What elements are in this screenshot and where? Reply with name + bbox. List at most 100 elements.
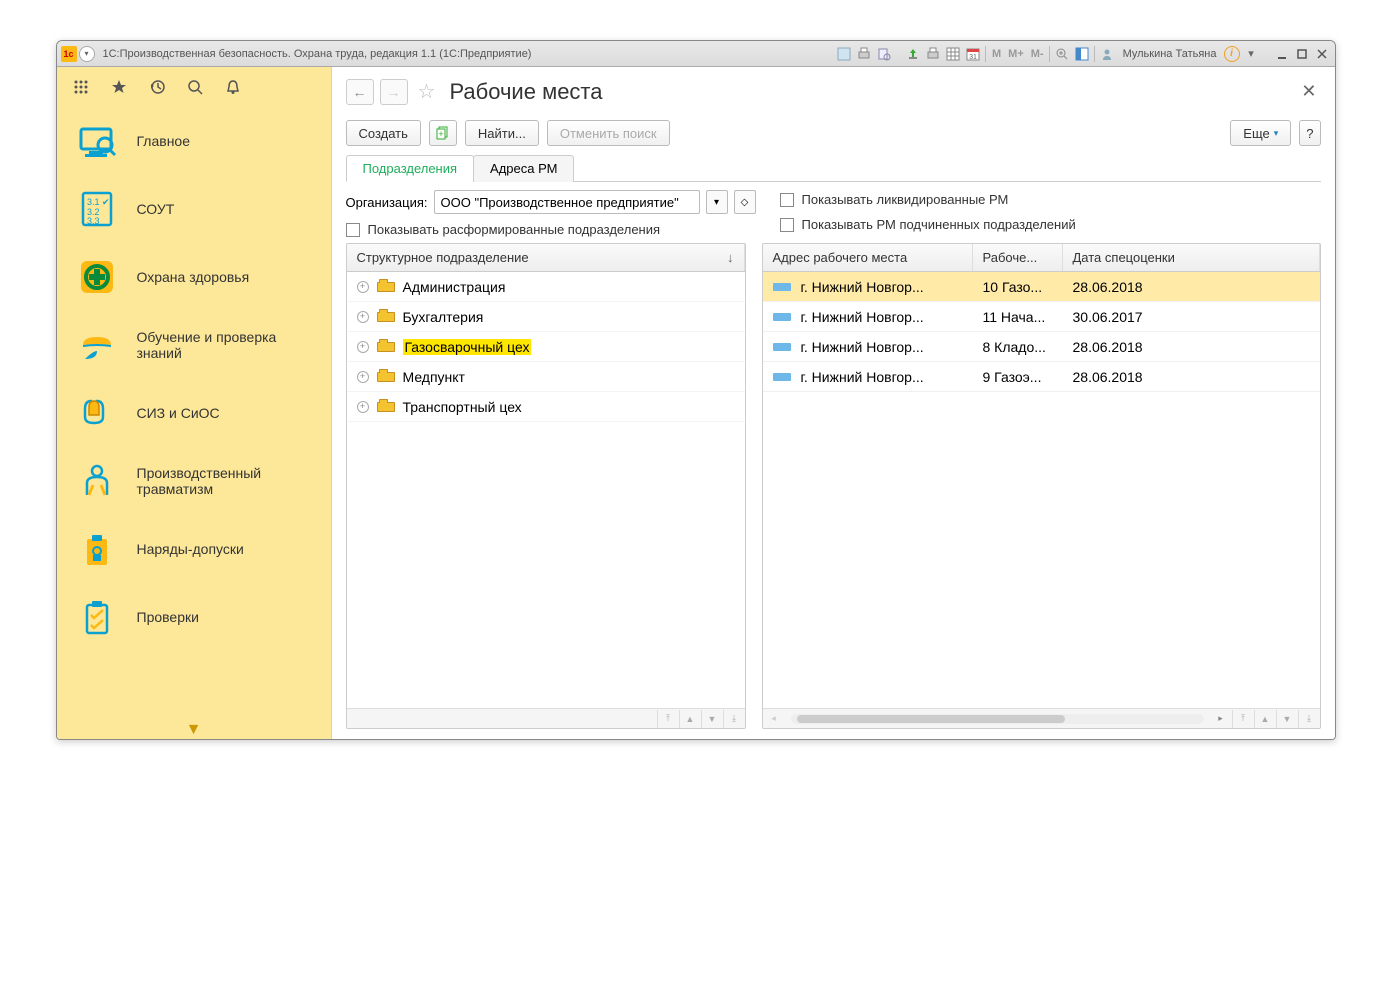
save-icon[interactable] (836, 45, 853, 62)
info-icon[interactable]: i (1224, 46, 1240, 62)
scroll-top-icon[interactable]: ⤒ (1232, 710, 1254, 728)
zoom-icon[interactable] (1054, 45, 1071, 62)
panel-icon[interactable] (1074, 45, 1091, 62)
sidebar-item-label: Главное (137, 133, 191, 149)
horizontal-scrollbar[interactable] (791, 714, 1204, 724)
column-header[interactable]: Рабоче... (973, 244, 1063, 271)
titlebar: 1c ▾ 1С:Производственная безопасность. О… (57, 41, 1335, 67)
expand-icon[interactable]: + (357, 341, 369, 353)
scroll-up-icon[interactable]: ▲ (679, 710, 701, 728)
history-icon[interactable] (147, 77, 167, 97)
favorites-icon[interactable] (109, 77, 129, 97)
sort-icon[interactable]: ↓ (727, 250, 734, 265)
app-window: 1c ▾ 1С:Производственная безопасность. О… (56, 40, 1336, 740)
sidebar-item-5[interactable]: Производственный травматизм (57, 447, 331, 515)
favorite-star-icon[interactable]: ☆ (418, 79, 436, 104)
table-row[interactable]: г. Нижний Новгор...8 Кладо...28.06.2018 (763, 332, 1320, 362)
checkbox-icon[interactable] (780, 193, 794, 207)
tree-row[interactable]: +Газосварочный цех (347, 332, 745, 362)
sidebar-item-1[interactable]: 3.1 ✔3.23.3СОУТ (57, 175, 331, 243)
tree-row-label: Транспортный цех (403, 399, 522, 415)
preview-icon[interactable] (876, 45, 893, 62)
sidebar: Главное 3.1 ✔3.23.3СОУТ Охрана здоровья Обу… (57, 67, 332, 739)
tree-row[interactable]: +Бухгалтерия (347, 302, 745, 332)
sidebar-item-4[interactable]: СИЗ и СиОС (57, 379, 331, 447)
expand-icon[interactable]: + (357, 311, 369, 323)
bell-icon[interactable] (223, 77, 243, 97)
download-icon[interactable] (925, 45, 942, 62)
sidebar-item-6[interactable]: Наряды-допуски (57, 515, 331, 583)
memory-mminus[interactable]: M- (1029, 48, 1046, 60)
scroll-down-icon[interactable]: ▼ (1276, 710, 1298, 728)
cell-date: 28.06.2018 (1073, 279, 1143, 295)
sidebar-item-label: СИЗ и СиОС (137, 405, 220, 421)
row-icon (773, 283, 791, 291)
scroll-right-icon[interactable]: ▸ (1210, 710, 1232, 728)
tab-0[interactable]: Подразделения (346, 155, 475, 182)
column-header[interactable]: Адрес рабочего места (763, 244, 973, 271)
find-button[interactable]: Найти... (465, 120, 539, 146)
more-button[interactable]: Еще (1230, 120, 1291, 146)
memory-m[interactable]: M (990, 48, 1003, 60)
chk-subordinate[interactable]: Показывать РМ подчиненных подразделений (780, 217, 1076, 232)
sidebar-more-icon[interactable]: ▼ (57, 721, 331, 739)
scroll-top-icon[interactable]: ⤒ (657, 710, 679, 728)
scroll-left-icon[interactable]: ◂ (763, 710, 785, 728)
checkbox-icon[interactable] (346, 223, 360, 237)
scroll-bottom-icon[interactable]: ⤓ (723, 710, 745, 728)
cell-address: г. Нижний Новгор... (801, 309, 924, 325)
close-page-button[interactable]: ✕ (1297, 77, 1320, 106)
sidebar-item-2[interactable]: Охрана здоровья (57, 243, 331, 311)
tree-row[interactable]: + Транспортный цех (347, 392, 745, 422)
apps-icon[interactable] (71, 77, 91, 97)
sidebar-item-3[interactable]: Обучение и проверка знаний (57, 311, 331, 379)
app-menu-dropdown[interactable]: ▾ (79, 46, 95, 62)
chk-liquidated[interactable]: Показывать ликвидированные РМ (780, 192, 1076, 207)
sidebar-item-label: Охрана здоровья (137, 269, 250, 285)
calendar-icon[interactable]: 31 (965, 45, 982, 62)
upload-icon[interactable] (905, 45, 922, 62)
nav-back-button[interactable]: ← (346, 79, 374, 105)
svg-text:31: 31 (970, 54, 978, 61)
memory-mplus[interactable]: M+ (1006, 48, 1026, 60)
expand-icon[interactable]: + (357, 281, 369, 293)
help-button[interactable]: ? (1299, 120, 1320, 146)
table-row[interactable]: г. Нижний Новгор...11 Нача...30.06.2017 (763, 302, 1320, 332)
checkbox-icon[interactable] (780, 218, 794, 232)
column-header[interactable]: Дата спецоценки (1063, 244, 1320, 271)
folder-icon (377, 312, 395, 322)
cancel-search-button[interactable]: Отменить поиск (547, 120, 670, 146)
chk-disbanded[interactable]: Показывать расформированные подразделени… (346, 222, 756, 237)
maximize-icon[interactable] (1294, 45, 1311, 62)
close-icon[interactable] (1314, 45, 1331, 62)
nav-forward-button[interactable]: → (380, 79, 408, 105)
tab-1[interactable]: Адреса РМ (473, 155, 574, 182)
cell-workplace: 10 Газо... (983, 279, 1043, 295)
scroll-down-icon[interactable]: ▼ (701, 710, 723, 728)
org-dropdown-button[interactable]: ▾ (706, 190, 728, 214)
dropdown-icon[interactable]: ▾ (1243, 45, 1260, 62)
org-select[interactable]: ООО "Производственное предприятие" (434, 190, 700, 214)
sidebar-item-7[interactable]: Проверки (57, 583, 331, 651)
tree-row[interactable]: +Медпункт (347, 362, 745, 392)
tree-row[interactable]: +Администрация (347, 272, 745, 302)
table-row[interactable]: г. Нижний Новгор...9 Газоэ...28.06.2018 (763, 362, 1320, 392)
scroll-up-icon[interactable]: ▲ (1254, 710, 1276, 728)
sidebar-item-0[interactable]: Главное (57, 107, 331, 175)
print-icon[interactable] (856, 45, 873, 62)
grid-icon[interactable] (945, 45, 962, 62)
folder-icon (377, 372, 395, 382)
cell-workplace: 9 Газоэ... (983, 369, 1042, 385)
minimize-icon[interactable] (1274, 45, 1291, 62)
expand-icon[interactable]: + (357, 371, 369, 383)
expand-icon[interactable]: + (357, 401, 369, 413)
search-icon[interactable] (185, 77, 205, 97)
cell-address: г. Нижний Новгор... (801, 339, 924, 355)
sidebar-top-tools (57, 67, 331, 107)
scroll-bottom-icon[interactable]: ⤓ (1298, 710, 1320, 728)
table-row[interactable]: г. Нижний Новгор...10 Газо...28.06.2018 (763, 272, 1320, 302)
create-button[interactable]: Создать (346, 120, 421, 146)
folder-icon (377, 342, 395, 352)
org-open-button[interactable]: ◇ (734, 190, 756, 214)
copy-button[interactable]: + (429, 120, 457, 146)
